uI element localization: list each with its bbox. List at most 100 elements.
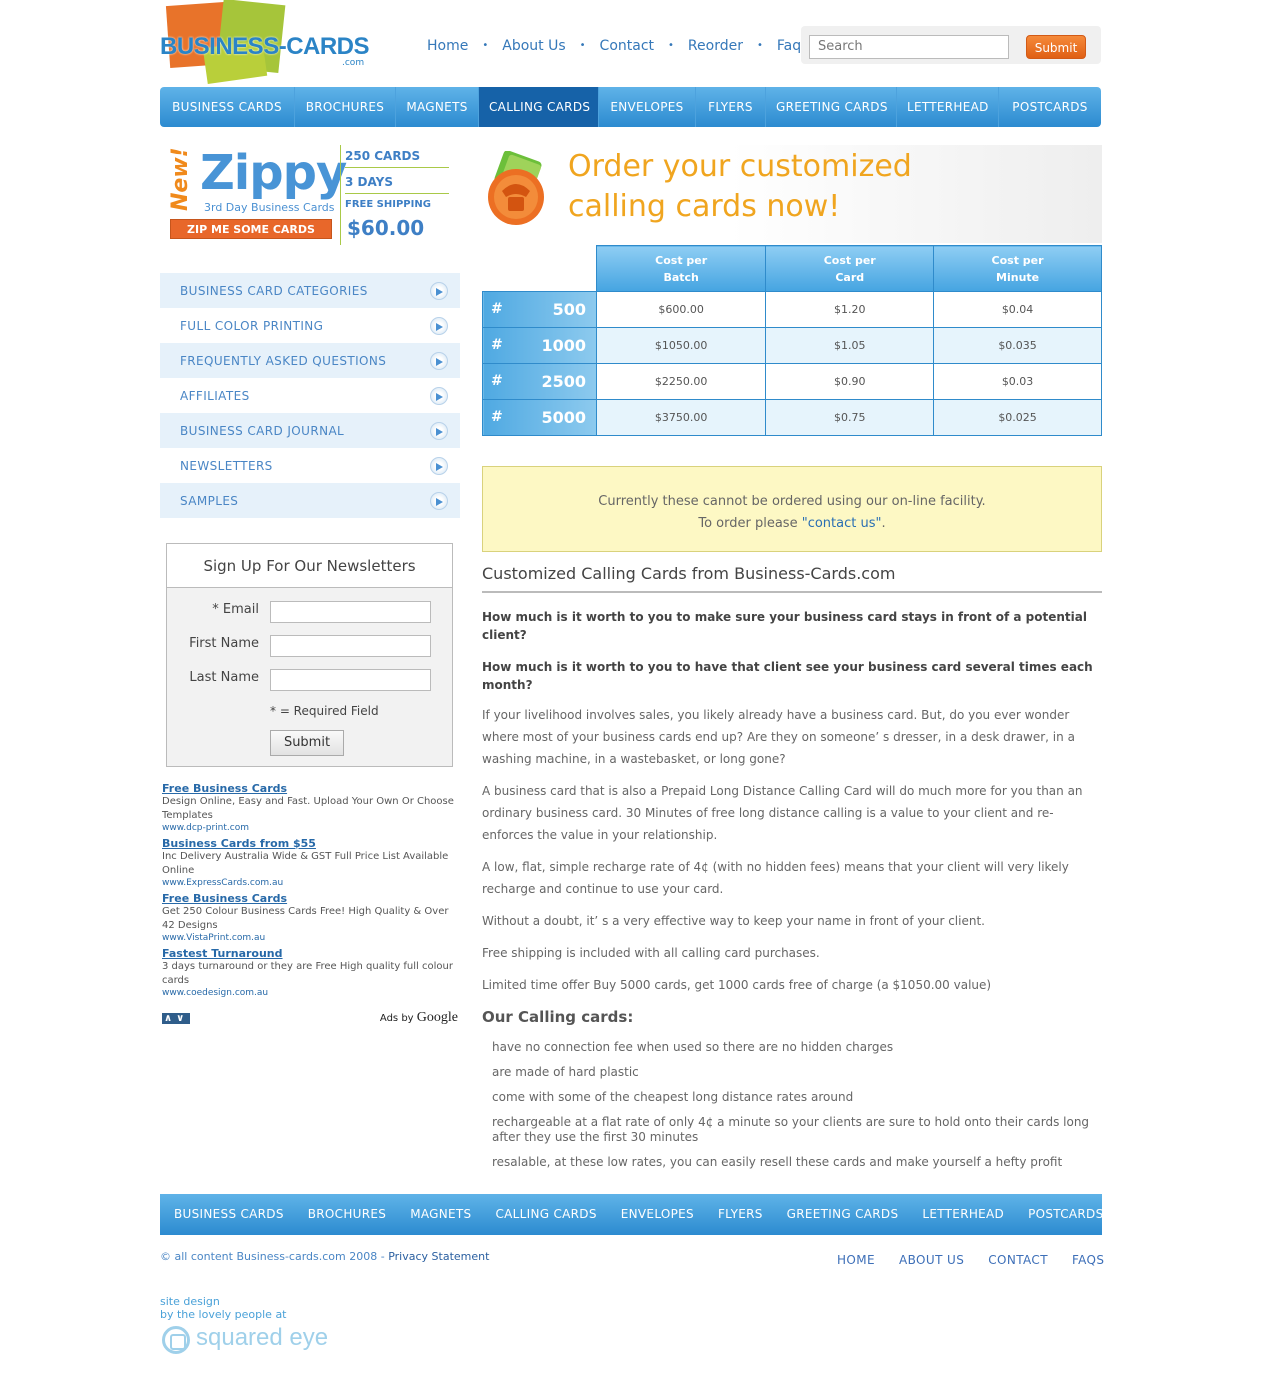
main-nav-envelopes[interactable]: ENVELOPES bbox=[599, 87, 696, 127]
list-item: have no connection fee when used so ther… bbox=[492, 1040, 894, 1054]
search-submit-button[interactable]: Submit bbox=[1026, 35, 1086, 59]
main-nav-postcards[interactable]: POSTCARDS bbox=[999, 87, 1101, 127]
minute-cost-cell: $0.035 bbox=[933, 327, 1102, 364]
footer-nav-postcards[interactable]: POSTCARDS bbox=[1016, 1194, 1115, 1235]
contact-us-link[interactable]: "contact us" bbox=[802, 516, 882, 531]
ad-description: 3 days turnaround or they are Free High … bbox=[162, 961, 453, 986]
hash-symbol: # bbox=[491, 337, 503, 353]
footer-nav-envelopes[interactable]: ENVELOPES bbox=[609, 1194, 706, 1235]
zippy-promo-banner[interactable]: New! Zippy 3rd Day Business Cards ZIP ME… bbox=[160, 145, 460, 256]
calling-cards-list-heading: Our Calling cards: bbox=[482, 1008, 634, 1026]
ad-description: Design Online, Easy and Fast. Upload You… bbox=[162, 796, 454, 821]
sidebar-item-business-card-journal[interactable]: BUSINESS CARD JOURNAL bbox=[160, 413, 460, 448]
notice-line-1: Currently these cannot be ordered using … bbox=[598, 494, 986, 509]
ad-item[interactable]: Business Cards from $55 Inc Delivery Aus… bbox=[162, 837, 460, 888]
top-nav-contact[interactable]: Contact bbox=[593, 38, 661, 54]
zippy-cta-button[interactable]: ZIP ME SOME CARDS NOW! bbox=[170, 219, 332, 256]
arrow-right-icon bbox=[430, 456, 448, 475]
ad-url[interactable]: www.coedesign.com.au bbox=[162, 988, 460, 998]
last-name-label: Last Name bbox=[189, 670, 259, 685]
ad-title[interactable]: Free Business Cards bbox=[162, 892, 460, 905]
main-nav-brochures[interactable]: BROCHURES bbox=[295, 87, 396, 127]
email-field[interactable] bbox=[270, 601, 431, 623]
table-row: #2500 $2250.00 $0.90 $0.03 bbox=[482, 363, 1102, 400]
quantity-value: 1000 bbox=[541, 336, 586, 355]
top-nav-home[interactable]: Home bbox=[420, 38, 475, 54]
header-line: Card bbox=[835, 270, 865, 284]
ad-title[interactable]: Free Business Cards bbox=[162, 782, 460, 795]
logo-suffix: .com bbox=[342, 58, 365, 68]
sidebar-item-faq[interactable]: FREQUENTLY ASKED QUESTIONS bbox=[160, 343, 460, 378]
ad-url[interactable]: www.VistaPrint.com.au bbox=[162, 933, 460, 943]
sidebar-item-affiliates[interactable]: AFFILIATES bbox=[160, 378, 460, 413]
main-nav-business-cards[interactable]: BUSINESS CARDS bbox=[160, 87, 295, 127]
notice-suffix: . bbox=[881, 516, 886, 531]
main-nav-magnets[interactable]: MAGNETS bbox=[396, 87, 479, 127]
header-cost-per-card: Cost per Card bbox=[765, 245, 935, 292]
card-cost-cell: $0.75 bbox=[765, 399, 935, 436]
ad-url[interactable]: www.dcp-print.com bbox=[162, 823, 460, 833]
footer-link-about-us[interactable]: ABOUT US bbox=[887, 1253, 976, 1267]
arrow-right-icon bbox=[430, 281, 448, 300]
main-nav-greeting-cards[interactable]: GREETING CARDS bbox=[766, 87, 897, 127]
main-nav-letterhead[interactable]: LETTERHEAD bbox=[897, 87, 999, 127]
squared-eye-icon bbox=[162, 1326, 190, 1354]
site-logo[interactable]: BUSINESS-CARDS .com bbox=[160, 0, 370, 85]
ad-title[interactable]: Business Cards from $55 bbox=[162, 837, 460, 850]
minute-cost-cell: $0.03 bbox=[933, 363, 1102, 400]
sidebar-item-business-card-categories[interactable]: BUSINESS CARD CATEGORIES bbox=[160, 273, 460, 308]
header-line: Batch bbox=[663, 270, 699, 284]
notice-line-2: To order please "contact us". bbox=[483, 513, 1101, 535]
zippy-price: $60.00 bbox=[347, 216, 425, 240]
search-input[interactable]: Search bbox=[809, 35, 1009, 59]
ad-item[interactable]: Fastest Turnaround 3 days turnaround or … bbox=[162, 947, 460, 998]
footer-nav-flyers[interactable]: FLYERS bbox=[706, 1194, 775, 1235]
ad-title[interactable]: Fastest Turnaround bbox=[162, 947, 460, 960]
batch-cost-cell: $600.00 bbox=[595, 291, 767, 328]
quantity-cell: #500 bbox=[482, 291, 597, 328]
hash-symbol: # bbox=[491, 373, 503, 389]
zippy-cards-count: 250 CARDS bbox=[345, 149, 449, 168]
last-name-field[interactable] bbox=[270, 669, 431, 691]
footer-nav-greeting-cards[interactable]: GREETING CARDS bbox=[775, 1194, 911, 1235]
ad-item[interactable]: Free Business Cards Design Online, Easy … bbox=[162, 782, 460, 833]
footer-link-faqs[interactable]: FAQS bbox=[1060, 1253, 1116, 1267]
hero-heading: Order your customized calling cards now! bbox=[568, 147, 912, 227]
sidebar-item-samples[interactable]: SAMPLES bbox=[160, 483, 460, 518]
sidebar-item-newsletters[interactable]: NEWSLETTERS bbox=[160, 448, 460, 483]
table-row: #1000 $1050.00 $1.05 $0.035 bbox=[482, 327, 1102, 364]
list-item: resalable, at these low rates, you can e… bbox=[492, 1155, 1063, 1169]
ads-by-google[interactable]: Ads by Google bbox=[380, 1010, 458, 1026]
card-cost-cell: $0.90 bbox=[765, 363, 935, 400]
top-nav-about-us[interactable]: About Us bbox=[495, 38, 572, 54]
footer-nav-brochures[interactable]: BROCHURES bbox=[296, 1194, 398, 1235]
main-nav-calling-cards[interactable]: CALLING CARDS bbox=[479, 87, 599, 127]
ordering-notice: Currently these cannot be ordered using … bbox=[482, 466, 1102, 552]
ads-nav-arrows[interactable]: ∧∨ bbox=[162, 1013, 191, 1024]
hero-banner: Order your customized calling cards now! bbox=[482, 145, 1102, 243]
main-nav-flyers[interactable]: FLYERS bbox=[696, 87, 766, 127]
privacy-statement-link[interactable]: Privacy Statement bbox=[388, 1250, 489, 1263]
ad-item[interactable]: Free Business Cards Get 250 Colour Busin… bbox=[162, 892, 460, 943]
footer-link-home[interactable]: HOME bbox=[825, 1253, 887, 1267]
top-nav-reorder[interactable]: Reorder bbox=[681, 38, 750, 54]
ad-description: Get 250 Colour Business Cards Free! High… bbox=[162, 906, 449, 931]
ad-url[interactable]: www.ExpressCards.com.au bbox=[162, 878, 460, 888]
ads-footer: ∧∨ Ads by Google bbox=[162, 1010, 460, 1028]
content-heading: Customized Calling Cards from Business-C… bbox=[482, 562, 1102, 593]
sidebar-item-full-color-printing[interactable]: FULL COLOR PRINTING bbox=[160, 308, 460, 343]
squared-eye-logo[interactable]: squared eye bbox=[160, 1322, 330, 1358]
batch-cost-cell: $2250.00 bbox=[595, 363, 767, 400]
ads-by-label: Ads by bbox=[379, 1013, 414, 1024]
footer-nav-calling-cards[interactable]: CALLING CARDS bbox=[483, 1194, 608, 1235]
footer-nav-business-cards[interactable]: BUSINESS CARDS bbox=[160, 1194, 296, 1235]
first-name-field[interactable] bbox=[270, 635, 431, 657]
footer-link-contact[interactable]: CONTACT bbox=[976, 1253, 1060, 1267]
newsletter-title: Sign Up For Our Newsletters bbox=[167, 544, 452, 588]
quantity-cell: #2500 bbox=[482, 363, 597, 400]
footer-nav-letterhead[interactable]: LETTERHEAD bbox=[910, 1194, 1016, 1235]
newsletter-submit-button[interactable]: Submit bbox=[270, 730, 344, 756]
card-cost-cell: $1.05 bbox=[765, 327, 935, 364]
content-question-2: How much is it worth to you to have that… bbox=[482, 660, 1093, 692]
footer-nav-magnets[interactable]: MAGNETS bbox=[398, 1194, 483, 1235]
